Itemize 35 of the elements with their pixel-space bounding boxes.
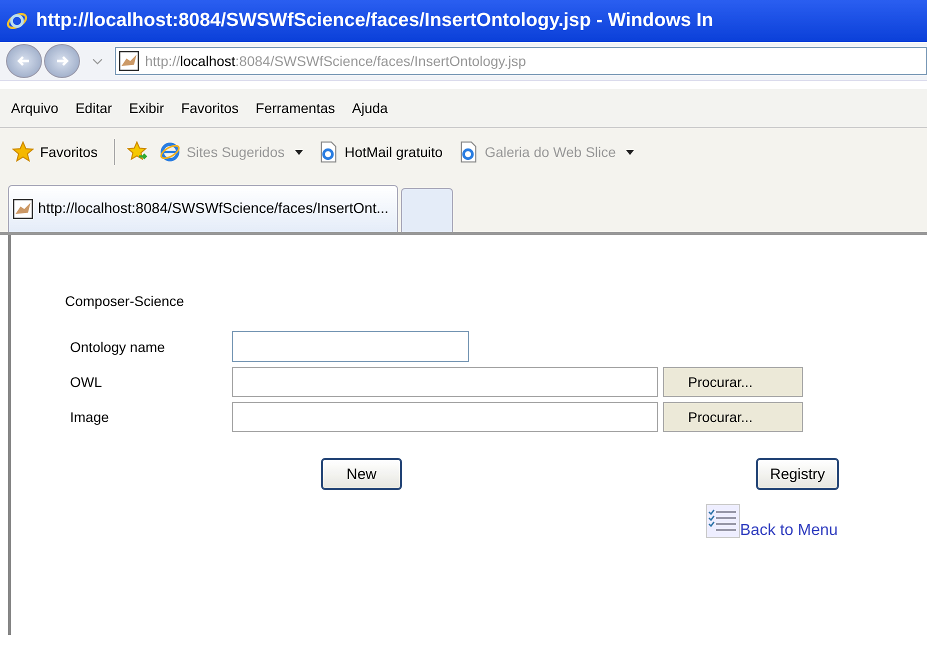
field-label: Ontology name (70, 338, 166, 354)
globe-icon (158, 141, 181, 163)
menu-item[interactable]: Ferramentas (256, 100, 335, 116)
back-button[interactable] (6, 44, 42, 78)
favorites-button[interactable]: Favoritos (8, 141, 102, 163)
url-text: http://localhost:8084/SWSWfScience/faces/InsertOntology.jsp (145, 53, 526, 69)
browse-button[interactable]: Procurar... (663, 402, 803, 432)
browser-logo-icon (6, 10, 28, 32)
back-to-menu-link[interactable]: Back to Menu (740, 522, 838, 540)
dropdown-icon[interactable] (92, 58, 103, 64)
menu-item[interactable]: Arquivo (11, 100, 58, 116)
file-path-field[interactable] (232, 402, 658, 432)
menu-item[interactable]: Favoritos (181, 100, 239, 116)
star-icon (12, 141, 34, 163)
browse-button[interactable]: Procurar... (663, 367, 803, 397)
new-tab-button[interactable] (400, 188, 453, 232)
browser-tab[interactable]: http://localhost:8084/SWSWfScience/faces/InsertOnt... (8, 185, 398, 232)
favorites-link[interactable]: HotMail gratuito (312, 141, 447, 163)
caret-icon (626, 150, 634, 154)
forward-button[interactable] (44, 44, 80, 78)
add-favorite-icon[interactable] (126, 141, 149, 163)
caret-icon (294, 150, 303, 154)
window-title: http://localhost:8084/SWSWfScience/faces/InsertOntology.jsp - Windows In (36, 10, 714, 32)
field-label: Image (70, 409, 110, 425)
menu-item[interactable]: Exibir (129, 100, 164, 116)
file-path-field[interactable] (232, 367, 658, 397)
menu-item[interactable]: Ajuda (352, 100, 388, 116)
address-field[interactable]: http://localhost:8084/SWSWfScience/faces/InsertOntology.jsp (115, 47, 927, 75)
form-button[interactable]: New (321, 458, 402, 490)
menu-item[interactable]: Editar (75, 100, 112, 116)
input-field[interactable] (232, 331, 469, 362)
checklist-icon (706, 504, 740, 538)
page-heading: Composer-Science (65, 292, 186, 309)
field-label: OWL (70, 374, 103, 390)
form-button[interactable]: Registry (756, 458, 840, 490)
